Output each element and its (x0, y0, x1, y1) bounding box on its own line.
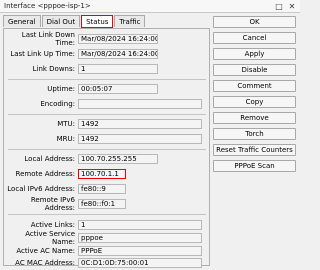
status-panel: Last Link Down Time: Mar/08/2024 16:24:0… (3, 28, 211, 268)
reset-traffic-counters-button[interactable]: Reset Traffic Counters (213, 144, 296, 156)
row-ac-mac-address: AC MAC Address: 0C:D1:0D:75:00:01 (4, 257, 211, 268)
ac-mac-address-label: AC MAC Address: (15, 258, 75, 267)
comment-button[interactable]: Comment (213, 80, 296, 92)
row-local-address: Local Address: 100.70.255.255 (4, 153, 211, 164)
row-last-link-up-time: Last Link Up Time: Mar/08/2024 16:24:00 (4, 48, 211, 59)
tab-dial-out[interactable]: Dial Out (41, 15, 81, 27)
window-title: Interface <pppoe-isp-1> (4, 2, 91, 10)
row-mru: MRU: 1492 (4, 133, 211, 144)
title-bar: Interface <pppoe-isp-1> □ ✕ (0, 0, 300, 13)
active-ac-name-field[interactable]: PPPoE (78, 245, 202, 256)
row-remote-ipv6: Remote IPv6 Address: fe80::f0:1 (4, 195, 211, 212)
separator (8, 79, 206, 80)
row-active-ac-name: Active AC Name: PPPoE (4, 245, 211, 256)
encoding-field[interactable] (78, 98, 202, 109)
remote-address-label: Remote Address: (15, 169, 75, 178)
button-column: OK Cancel Apply Disable Comment Copy Rem… (213, 16, 296, 176)
row-active-links: Active Links: 1 (4, 219, 211, 230)
row-local-ipv6: Local IPv6 Address: fe80::9 (4, 183, 211, 194)
tab-bar: General Dial Out Status Traffic (3, 15, 146, 28)
uptime-label: Uptime: (47, 84, 75, 93)
active-ac-name-label: Active AC Name: (16, 246, 75, 255)
row-uptime: Uptime: 00:05:07 (4, 83, 211, 94)
link-downs-field[interactable]: 1 (78, 63, 158, 74)
remote-ipv6-field[interactable]: fe80::f0:1 (78, 198, 126, 209)
row-encoding: Encoding: (4, 98, 211, 109)
remote-address-field[interactable]: 100.70.1.1 (78, 168, 126, 179)
link-downs-label: Link Downs: (32, 64, 75, 73)
local-address-field[interactable]: 100.70.255.255 (78, 153, 158, 164)
last-link-up-time-label: Last Link Up Time: (10, 49, 75, 58)
separator (8, 149, 206, 150)
active-links-label: Active Links: (30, 220, 75, 229)
cancel-button[interactable]: Cancel (213, 32, 296, 44)
apply-button[interactable]: Apply (213, 48, 296, 60)
remove-button[interactable]: Remove (213, 112, 296, 124)
separator (8, 114, 206, 115)
ok-button[interactable]: OK (213, 16, 296, 28)
mtu-label: MTU: (57, 119, 75, 128)
mru-label: MRU: (56, 134, 75, 143)
local-ipv6-label: Local IPv6 Address: (7, 184, 75, 193)
tab-traffic[interactable]: Traffic (114, 15, 146, 27)
row-link-downs: Link Downs: 1 (4, 63, 211, 74)
mtu-field[interactable]: 1492 (78, 118, 202, 129)
local-address-label: Local Address: (24, 154, 75, 163)
uptime-field[interactable]: 00:05:07 (78, 83, 158, 94)
row-mtu: MTU: 1492 (4, 118, 211, 129)
restore-icon[interactable]: □ (274, 1, 284, 11)
row-active-service-name: Active Service Name: pppoe (4, 229, 211, 246)
row-last-link-down-time: Last Link Down Time: Mar/08/2024 16:24:0… (4, 30, 211, 47)
copy-button[interactable]: Copy (213, 96, 296, 108)
encoding-label: Encoding: (40, 99, 75, 108)
last-link-down-time-label: Last Link Down Time: (21, 30, 75, 47)
close-icon[interactable]: ✕ (287, 1, 297, 11)
active-service-name-label: Active Service Name: (25, 229, 75, 246)
mru-field[interactable]: 1492 (78, 133, 202, 144)
ac-mac-address-field[interactable]: 0C:D1:0D:75:00:01 (78, 257, 202, 268)
active-service-name-field[interactable]: pppoe (78, 232, 202, 243)
tab-status[interactable]: Status (81, 15, 114, 28)
last-link-down-time-field[interactable]: Mar/08/2024 16:24:00 (78, 33, 158, 44)
separator (8, 214, 206, 215)
pppoe-scan-button[interactable]: PPPoE Scan (213, 160, 296, 172)
last-link-up-time-field[interactable]: Mar/08/2024 16:24:00 (78, 48, 158, 59)
local-ipv6-field[interactable]: fe80::9 (78, 183, 126, 194)
tab-general[interactable]: General (3, 15, 41, 27)
remote-ipv6-label: Remote IPv6 Address: (30, 195, 75, 212)
row-remote-address: Remote Address: 100.70.1.1 (4, 168, 211, 179)
disable-button[interactable]: Disable (213, 64, 296, 76)
active-links-field[interactable]: 1 (78, 219, 202, 230)
torch-button[interactable]: Torch (213, 128, 296, 140)
